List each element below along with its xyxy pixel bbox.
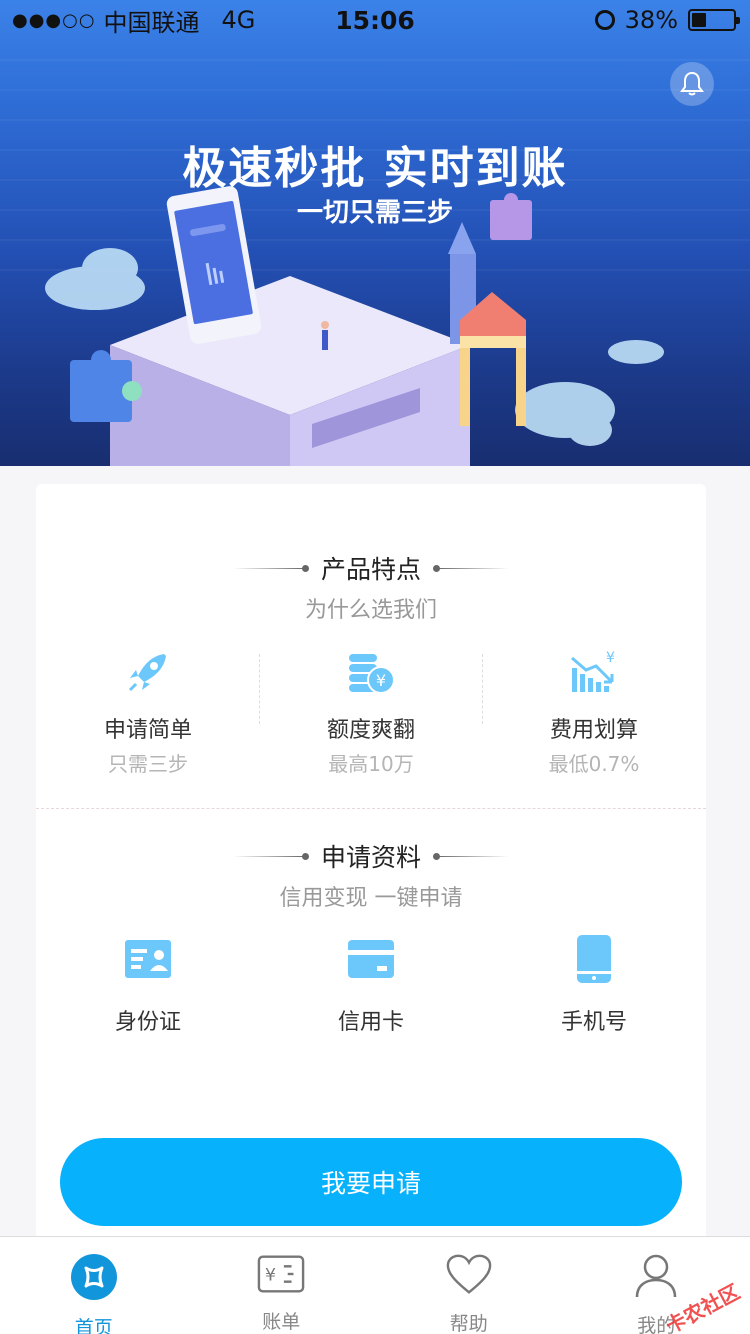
- feature-name: 费用划算: [549, 718, 638, 743]
- tab-label: 帮助: [449, 1313, 488, 1334]
- materials-subtitle: 信用变现 一键申请: [279, 886, 463, 911]
- battery-icon: [688, 9, 740, 31]
- feature-simple-apply: 申请简单 只需三步: [36, 644, 260, 777]
- features-list: 申请简单 只需三步 ¥ 额度爽翻 最高10万 ¥ 费用划算 最低0.7%: [36, 644, 706, 776]
- credit-card-icon: [348, 940, 394, 978]
- feature-high-limit: ¥ 额度爽翻 最高10万: [259, 644, 483, 777]
- tab-label: 首页: [74, 1317, 113, 1334]
- status-bar: ●●●○○ 中国联通 4G 15:06 38%: [0, 0, 750, 40]
- alarm-icon: [594, 10, 615, 30]
- features-title: 产品特点: [320, 555, 421, 584]
- hero-banner: 极速秒批 实时到账 一切只需三步: [0, 0, 750, 466]
- id-card-icon: [125, 940, 171, 978]
- phone-icon: [577, 935, 611, 983]
- tab-help[interactable]: 帮助: [375, 1237, 563, 1334]
- feature-name: 额度爽翻: [326, 718, 415, 743]
- hero-subtitle: 一切只需三步: [296, 198, 453, 228]
- svg-text:¥: ¥: [376, 671, 386, 690]
- rocket-icon: [128, 654, 166, 692]
- material-id-card: 身份证: [36, 934, 260, 1036]
- materials-header: 申请资料 信用变现 一键申请: [36, 838, 706, 912]
- hero-illustration: [0, 59, 750, 466]
- user-icon: [636, 1254, 677, 1298]
- material-name: 手机号: [560, 1010, 627, 1035]
- features-header: 产品特点 为什么选我们: [36, 550, 706, 624]
- material-name: 身份证: [114, 1010, 181, 1035]
- feature-desc: 只需三步: [108, 752, 188, 776]
- hero-title: 极速秒批 实时到账: [182, 143, 568, 194]
- heart-icon: [446, 1254, 492, 1294]
- tab-label: 账单: [262, 1311, 301, 1333]
- material-name: 信用卡: [337, 1010, 404, 1035]
- home-icon: [70, 1254, 117, 1300]
- svg-text:¥: ¥: [265, 1266, 276, 1286]
- bell-icon: [680, 71, 704, 96]
- features-subtitle: 为什么选我们: [304, 598, 437, 623]
- svg-text:¥: ¥: [606, 650, 615, 666]
- product-card: 产品特点 为什么选我们 申请简单 只需三步 ¥ 额度爽翻 最高10万 ¥ 费用划…: [36, 484, 706, 1244]
- tab-home[interactable]: 首页: [0, 1237, 188, 1334]
- coins-icon: ¥: [349, 654, 395, 694]
- tab-bar: 首页 ¥ 账单 帮助 我的 卡农社区: [0, 1236, 750, 1334]
- section-divider: [36, 808, 706, 809]
- battery-percent: 38%: [624, 6, 678, 34]
- material-phone: 手机号: [482, 934, 706, 1036]
- notification-bell-button[interactable]: [670, 62, 714, 106]
- bill-icon: ¥: [257, 1255, 305, 1293]
- apply-button[interactable]: 我要申请: [60, 1138, 682, 1226]
- feature-desc: 最高10万: [328, 752, 414, 776]
- feature-name: 申请简单: [103, 718, 192, 743]
- feature-desc: 最低0.7%: [548, 752, 640, 776]
- tab-bills[interactable]: ¥ 账单: [188, 1237, 376, 1334]
- materials-title: 申请资料: [320, 843, 421, 872]
- chart-down-icon: ¥: [571, 650, 615, 692]
- material-credit-card: 信用卡: [259, 934, 483, 1036]
- feature-low-fee: ¥ 费用划算 最低0.7%: [482, 644, 706, 777]
